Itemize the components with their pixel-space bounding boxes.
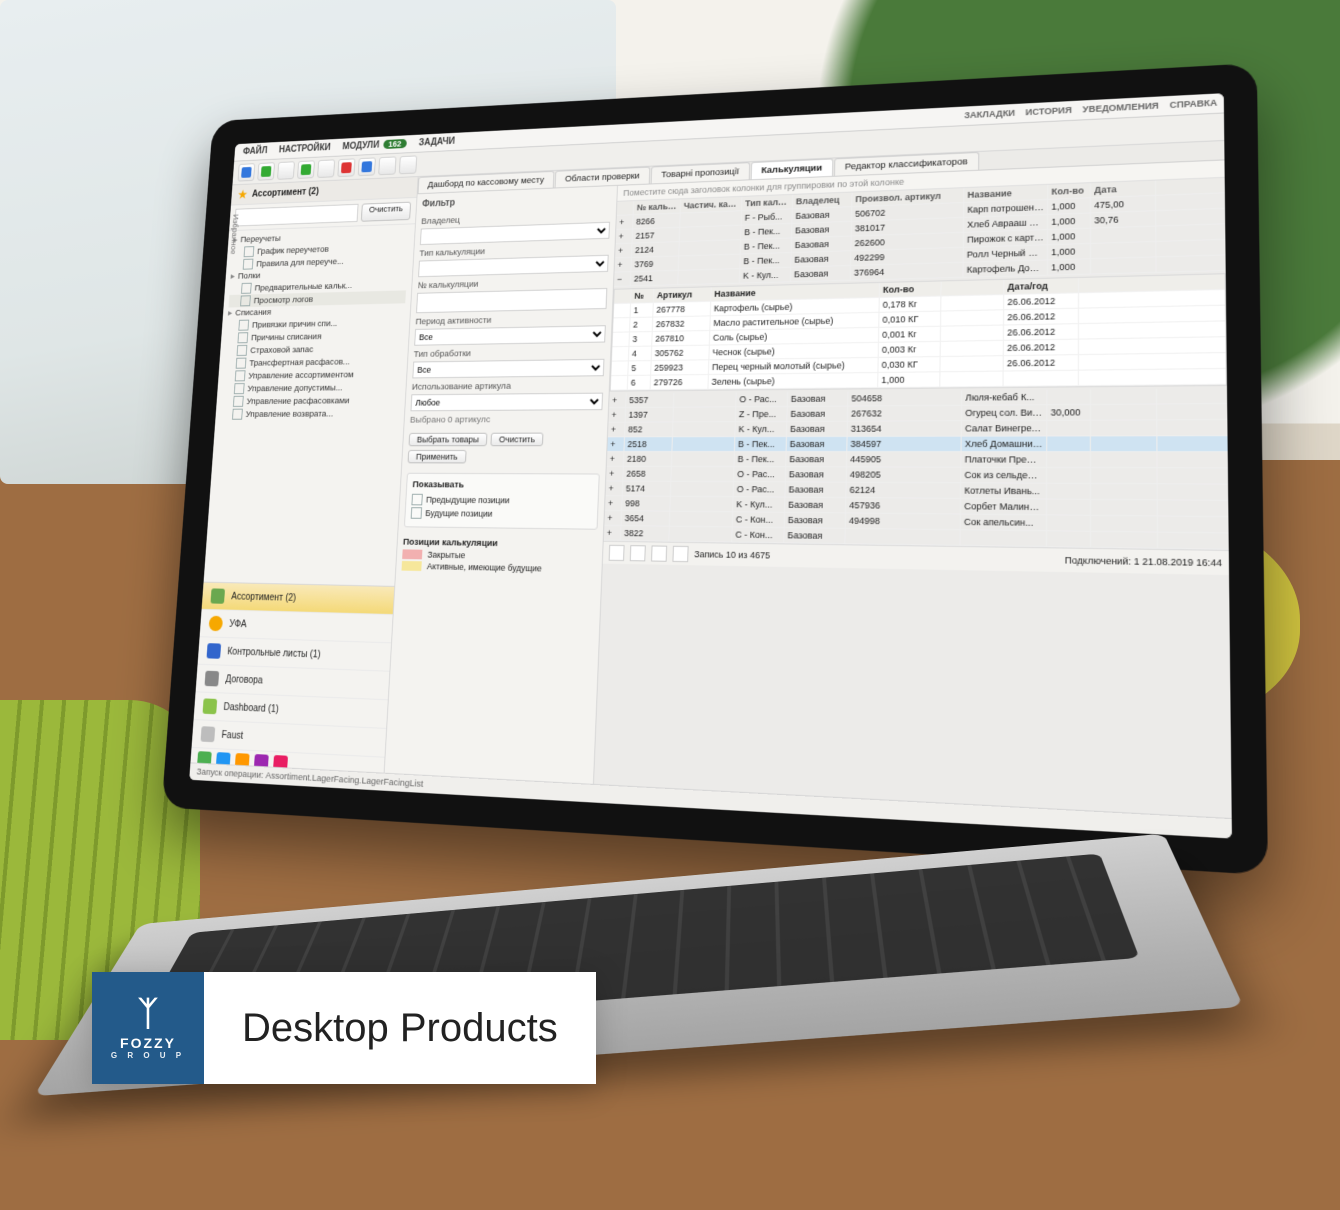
filter-panel: Фильтр Владелец Тип калькуляции № кальку… <box>384 186 618 791</box>
lbl-proc: Тип обработки <box>413 346 605 359</box>
num-input[interactable] <box>416 288 607 313</box>
app-body: ★ Ассортимент (2) Очистить Избранное ▸ П… <box>190 141 1232 826</box>
legend-label-closed: Закрытые <box>427 550 465 560</box>
link-notifications[interactable]: УВЕДОМЛЕНИЯ <box>1083 101 1159 115</box>
legend-title: Позиции калькуляции <box>403 537 597 551</box>
caption-card: ᛉ FOZZY G R O U P Desktop Products <box>92 972 596 1084</box>
star-icon: ★ <box>238 188 248 201</box>
link-history[interactable]: ИСТОРИЯ <box>1026 105 1072 117</box>
col-header[interactable]: Кол-во <box>1048 183 1091 199</box>
period-select[interactable]: Все <box>414 325 606 346</box>
pager-first[interactable] <box>609 545 625 561</box>
col-header[interactable]: Владелец <box>793 193 853 209</box>
show-title: Показывать <box>412 479 593 491</box>
nav-icon <box>207 643 222 659</box>
selected-count: Выбрано 0 артикулс <box>410 414 602 425</box>
pager-right: Подключений: 1 21.08.2019 16:44 <box>1065 555 1222 568</box>
nav-icon <box>208 616 223 632</box>
fozzy-logo: ᛉ FOZZY G R O U P <box>92 972 204 1084</box>
col-header[interactable] <box>617 201 634 215</box>
col-header[interactable]: № калькул. <box>634 199 682 214</box>
chk-future[interactable]: Будущие позиции <box>411 507 592 521</box>
nav-icon <box>201 726 216 742</box>
logo-brand: FOZZY <box>120 1035 176 1051</box>
tree-item[interactable]: Управление возврата... <box>220 407 399 421</box>
col-header[interactable]: Тип калькул. <box>742 195 793 210</box>
grid-body[interactable]: +8266F - Рыб...Базовая506702Карп потроше… <box>604 193 1229 550</box>
lbl-useart: Использование артикула <box>412 380 604 392</box>
toolbar-icon[interactable] <box>277 161 295 179</box>
modules-badge: 162 <box>383 139 407 149</box>
clear-button[interactable]: Очистить <box>361 202 411 222</box>
useart-select[interactable]: Любое <box>411 393 604 412</box>
toolbar-icon[interactable] <box>238 163 256 181</box>
sidebar-search-input[interactable] <box>234 204 358 227</box>
logo-brand-sub: G R O U P <box>111 1051 185 1060</box>
tree-item[interactable]: Управление расфасовками <box>221 394 400 408</box>
filter-clear-button[interactable]: Очистить <box>490 433 543 447</box>
menu-modules[interactable]: МОДУЛИ 162 <box>342 139 407 152</box>
main-area: Дашборд по кассовому местуОбласти провер… <box>384 141 1232 826</box>
sub-grid: №АртикулНазваниеКол-воДата/год1267778Кар… <box>610 273 1227 391</box>
pager-text: Запись 10 из 4675 <box>694 549 770 560</box>
nav-icon <box>205 671 220 687</box>
export-icon[interactable] <box>399 155 417 174</box>
toolbar-icon[interactable] <box>297 160 315 179</box>
apply-button[interactable]: Применить <box>408 450 467 463</box>
tab[interactable]: Калькуляции <box>750 158 833 179</box>
caption-title: Desktop Products <box>204 1006 596 1051</box>
table-row[interactable]: +2518B - Пек...Базовая384597Хлеб Домашни… <box>607 436 1227 452</box>
legend-label-active: Активные, имеющие будущие <box>427 561 542 573</box>
col-header[interactable]: Дата <box>1091 181 1156 198</box>
legend: Позиции калькуляции Закрытые Активные, и… <box>401 537 597 577</box>
tree[interactable]: ▸ Переучеты График переучетов Правила дл… <box>204 224 415 586</box>
app-window: ФАЙЛ НАСТРОЙКИ МОДУЛИ 162 ЗАДАЧИ ЗАКЛАДК… <box>189 93 1232 838</box>
toolbar-icon[interactable] <box>358 157 376 176</box>
pager-next[interactable] <box>651 545 667 561</box>
show-box: Показывать Предыдущие позиции Будущие по… <box>404 473 600 530</box>
type-select[interactable] <box>418 255 609 277</box>
logo-glyph-icon: ᛉ <box>138 997 158 1031</box>
side-nav: Ассортимент (2)УФАКонтрольные листы (1)Д… <box>192 582 395 758</box>
sidebar-title: Ассортимент (2) <box>252 186 319 199</box>
workarea: Фильтр Владелец Тип калькуляции № кальку… <box>384 160 1232 826</box>
menu-settings[interactable]: НАСТРОЙКИ <box>279 143 331 155</box>
table-row[interactable]: +852K - Кул...Базовая313654Салат Винегре… <box>608 420 1228 437</box>
toolbar-icon[interactable] <box>257 162 275 180</box>
nav-icon <box>203 698 218 714</box>
link-bookmarks[interactable]: ЗАКЛАДКИ <box>964 108 1015 120</box>
proc-select[interactable]: Все <box>412 359 604 379</box>
data-grid: Поместите сюда заголовок колонки для гру… <box>594 160 1232 826</box>
menu-tasks[interactable]: ЗАДАЧИ <box>418 136 455 148</box>
nav-icon <box>210 588 225 603</box>
select-goods-button[interactable]: Выбрать товары <box>409 433 488 446</box>
pager-prev[interactable] <box>630 545 646 561</box>
col-header[interactable]: Частич. калькул. <box>681 197 743 213</box>
laptop: ФАЙЛ НАСТРОЙКИ МОДУЛИ 162 ЗАДАЧИ ЗАКЛАДК… <box>162 63 1268 875</box>
legend-swatch-closed <box>402 549 422 559</box>
chk-prev[interactable]: Предыдущие позиции <box>411 494 592 507</box>
menu-file[interactable]: ФАЙЛ <box>243 146 268 157</box>
refresh-icon[interactable] <box>378 156 396 175</box>
legend-swatch-active <box>401 561 421 571</box>
toolbar-icon[interactable] <box>317 159 335 178</box>
menu-modules-label: МОДУЛИ <box>342 140 379 152</box>
link-help[interactable]: СПРАВКА <box>1170 98 1218 110</box>
filter-title: Фильтр <box>422 192 611 210</box>
pager-last[interactable] <box>672 546 688 562</box>
toolbar-icon[interactable] <box>337 158 355 177</box>
